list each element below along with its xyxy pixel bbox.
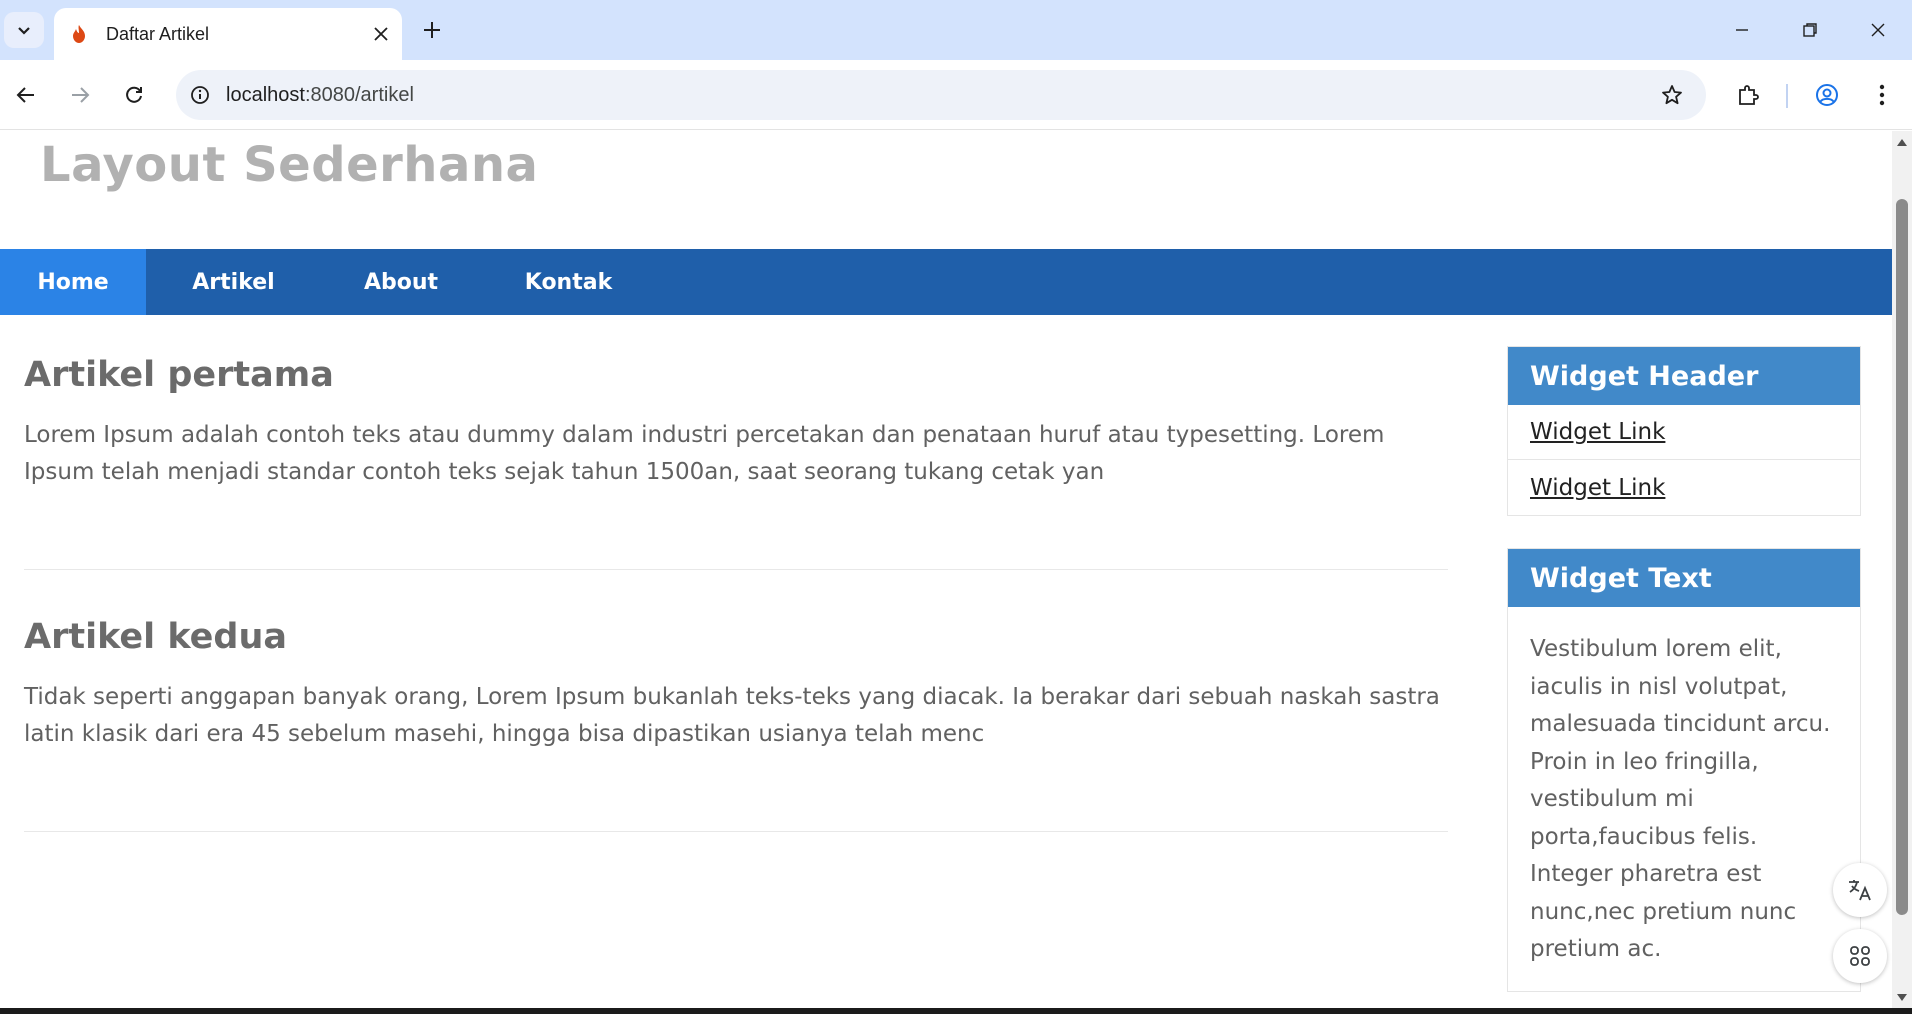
address-bar[interactable]: localhost:8080/artikel bbox=[176, 70, 1706, 120]
profile-button[interactable] bbox=[1807, 75, 1847, 115]
back-icon bbox=[16, 87, 34, 103]
forward-button[interactable] bbox=[60, 75, 100, 115]
menu-button[interactable] bbox=[1862, 75, 1902, 115]
tab-search-button[interactable] bbox=[4, 12, 44, 48]
widget-header: Widget Header bbox=[1508, 347, 1860, 405]
widget-text: Widget Text Vestibulum lorem elit, iacul… bbox=[1507, 548, 1861, 992]
taskbar-edge bbox=[0, 1008, 1912, 1014]
chevron-down-icon bbox=[18, 27, 30, 35]
article-item: Artikel kedua Tidak seperti anggapan ban… bbox=[24, 570, 1448, 832]
site-info-icon[interactable] bbox=[180, 75, 220, 115]
page-viewport: Layout Sederhana Home Artikel About Kont… bbox=[0, 131, 1892, 1008]
profile-icon bbox=[1816, 84, 1838, 106]
reload-icon bbox=[126, 86, 142, 103]
plus-icon bbox=[424, 22, 440, 38]
window-close-icon bbox=[1871, 23, 1885, 37]
vertical-scrollbar[interactable] bbox=[1892, 131, 1912, 1008]
back-button[interactable] bbox=[6, 75, 46, 115]
scroll-up-arrow-icon[interactable] bbox=[1892, 133, 1912, 151]
browser-toolbar: localhost:8080/artikel bbox=[0, 60, 1912, 130]
main-nav: Home Artikel About Kontak bbox=[0, 249, 1892, 315]
url-text: localhost:8080/artikel bbox=[226, 84, 414, 107]
article-title: Artikel kedua bbox=[24, 617, 287, 657]
site-title: Layout Sederhana bbox=[40, 137, 539, 193]
star-icon[interactable] bbox=[1652, 75, 1692, 115]
widget-link[interactable]: Widget Link bbox=[1508, 405, 1860, 460]
article-list: Artikel pertama Lorem Ipsum adalah conto… bbox=[24, 315, 1448, 832]
sidebar: Widget Header Widget Link Widget Link Wi… bbox=[1507, 346, 1861, 1008]
restore-button[interactable] bbox=[1776, 0, 1844, 60]
extensions-icon bbox=[1739, 85, 1759, 105]
scroll-down-arrow-icon[interactable] bbox=[1892, 989, 1912, 1007]
translate-button[interactable] bbox=[1833, 863, 1887, 917]
close-icon[interactable] bbox=[366, 19, 396, 49]
minimize-button[interactable] bbox=[1708, 0, 1776, 60]
tab-strip: Daftar Artikel bbox=[0, 0, 1912, 60]
widget-text-header: Widget Text bbox=[1508, 549, 1860, 607]
url-path: :8080/artikel bbox=[304, 83, 414, 106]
reload-button[interactable] bbox=[114, 75, 154, 115]
nav-kontak[interactable]: Kontak bbox=[481, 249, 656, 315]
fire-favicon-icon bbox=[68, 23, 90, 45]
menu-dots-icon bbox=[1879, 84, 1885, 106]
window-controls bbox=[1708, 0, 1912, 60]
widget-links: Widget Header Widget Link Widget Link bbox=[1507, 346, 1861, 516]
extensions-button[interactable] bbox=[1728, 75, 1768, 115]
article-item: Artikel pertama Lorem Ipsum adalah conto… bbox=[24, 315, 1448, 570]
window-close-button[interactable] bbox=[1844, 0, 1912, 60]
toolbar-separator bbox=[1786, 84, 1788, 108]
translate-icon bbox=[1849, 880, 1871, 901]
new-tab-button[interactable] bbox=[414, 12, 450, 48]
apps-grid-icon bbox=[1850, 946, 1870, 966]
widget-text-body: Vestibulum lorem elit, iaculis in nisl v… bbox=[1530, 636, 1831, 962]
apps-button[interactable] bbox=[1833, 929, 1887, 983]
article-body: Lorem Ipsum adalah contoh teks atau dumm… bbox=[24, 422, 1385, 485]
article-body: Tidak seperti anggapan banyak orang, Lor… bbox=[24, 684, 1440, 747]
restore-icon bbox=[1803, 23, 1817, 37]
scrollbar-thumb[interactable] bbox=[1896, 199, 1908, 915]
nav-artikel[interactable]: Artikel bbox=[146, 249, 321, 315]
widget-link[interactable]: Widget Link bbox=[1508, 460, 1860, 515]
minimize-icon bbox=[1736, 29, 1748, 31]
forward-icon bbox=[72, 87, 90, 103]
article-title: Artikel pertama bbox=[24, 355, 334, 395]
url-host: localhost bbox=[226, 83, 305, 106]
active-tab[interactable]: Daftar Artikel bbox=[54, 8, 402, 60]
tab-title: Daftar Artikel bbox=[106, 23, 210, 44]
nav-about[interactable]: About bbox=[321, 249, 481, 315]
nav-home[interactable]: Home bbox=[0, 249, 146, 315]
